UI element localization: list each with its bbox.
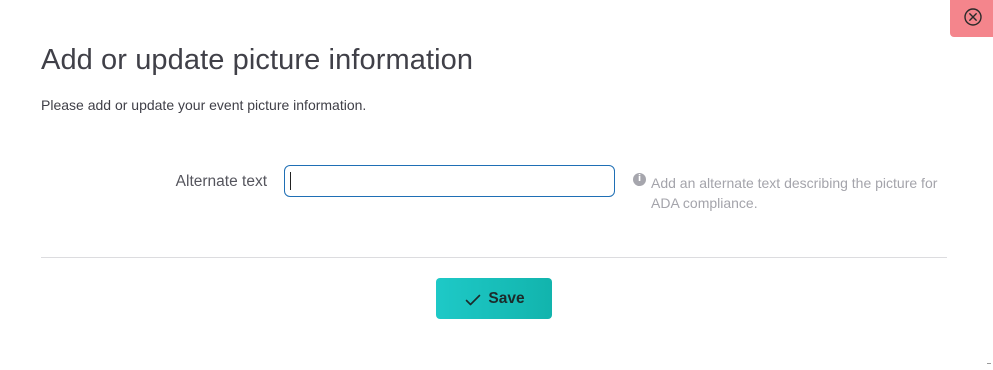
dialog-title: Add or update picture information	[41, 44, 474, 76]
alternate-text-input[interactable]	[284, 165, 615, 197]
resize-handle	[987, 363, 991, 364]
info-icon: i	[633, 173, 646, 186]
text-caret	[290, 172, 291, 190]
alternate-text-label: Alternate text	[175, 173, 267, 190]
save-button[interactable]: Save	[436, 278, 552, 319]
checkmark-icon	[466, 294, 481, 305]
divider	[41, 257, 947, 258]
close-circle-icon	[963, 7, 982, 26]
close-button[interactable]	[950, 0, 993, 37]
alternate-text-help: Add an alternate text describing the pic…	[651, 175, 938, 211]
save-button-label: Save	[488, 289, 525, 307]
dialog-subtitle: Please add or update your event picture …	[41, 97, 367, 113]
